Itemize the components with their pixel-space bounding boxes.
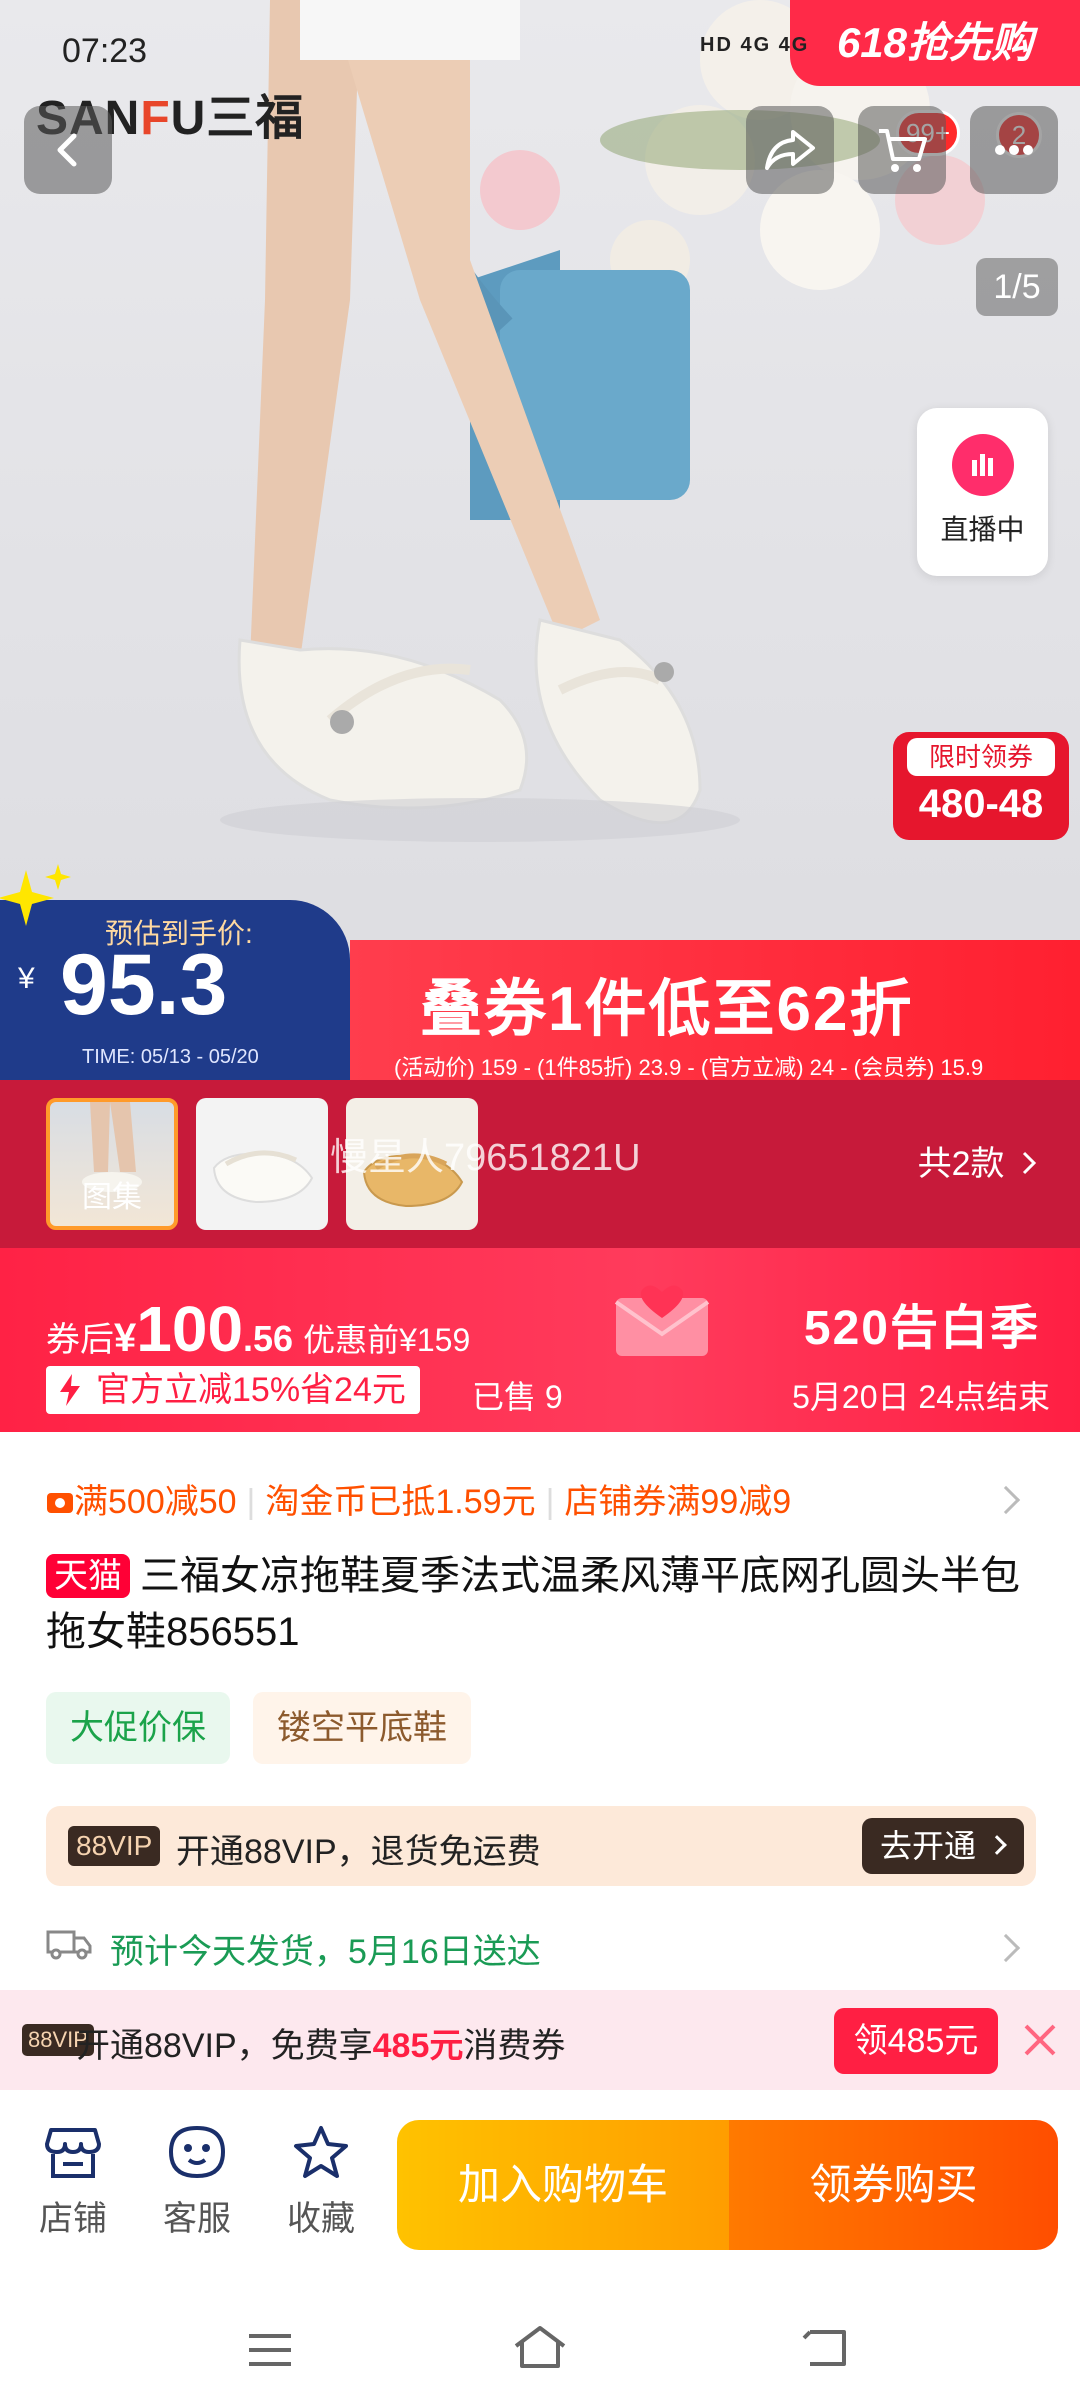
envelope-heart-icon — [614, 1285, 710, 1356]
home-icon[interactable] — [510, 2322, 570, 2372]
cart-icon — [879, 129, 927, 172]
tmall-badge: 天猫 — [46, 1554, 130, 1598]
gallery-pager: 1/5 — [976, 258, 1058, 316]
chevron-right-icon — [1022, 1151, 1037, 1175]
product-title: 天猫 三福女凉拖鞋夏季法式温柔风薄平底网孔圆头半包拖女鞋856551 — [46, 1548, 1036, 1660]
service-label: 客服 — [163, 2200, 231, 2238]
user-watermark: 慢星人79651821U — [330, 1137, 641, 1179]
buy-with-coupon-button[interactable]: 领券购买 — [729, 2120, 1058, 2250]
stack-coupon-banner: 叠券1件低至62折 (活动价) 159 - (1件85折) 23.9 - (官方… — [350, 940, 1080, 1080]
status-time: 07:23 — [62, 32, 148, 70]
share-icon — [765, 130, 815, 170]
product-title-text: 三福女凉拖鞋夏季法式温柔风薄平底网孔圆头半包拖女鞋856551 — [46, 1554, 1020, 1654]
shipping-text: 预计今天发货，5月16日送达 — [110, 1933, 541, 1971]
share-button[interactable] — [746, 106, 834, 194]
after-coupon-price: 券后¥100.56 优惠前¥159 — [46, 1293, 471, 1365]
close-icon[interactable] — [1022, 2022, 1058, 2058]
stack-breakdown: (活动价) 159 - (1件85折) 23.9 - (官方立减) 24 - (… — [394, 1055, 984, 1080]
favorite-button[interactable]: 收藏 — [276, 2124, 366, 2240]
shop-icon — [45, 2128, 101, 2178]
vip-strip-text: 开通88VIP，免费享485元消费券 — [76, 2027, 566, 2065]
coupon-taojinbi: 淘金币已抵1.59元 — [265, 1483, 536, 1521]
network-icons: HD 4G 4G — [700, 34, 810, 56]
more-dots-icon — [995, 145, 1033, 155]
coupon-store: 店铺券满99减9 — [564, 1483, 792, 1521]
shop-button[interactable]: 店铺 — [28, 2124, 118, 2240]
estimate-currency: ¥ — [18, 962, 35, 995]
add-to-cart-button[interactable]: 加入购物车 — [397, 2120, 729, 2250]
limited-coupon-title: 限时领券 — [907, 738, 1055, 776]
menu-icon[interactable] — [245, 2330, 295, 2370]
limited-coupon-button[interactable]: 限时领券 480-48 — [893, 732, 1069, 840]
shop-label: 店铺 — [39, 2200, 107, 2238]
estimated-price-panel: 预估到手价: ¥ 95.3 TIME: 05/13 - 05/20 — [0, 864, 350, 1080]
sparkle-icon — [0, 864, 71, 926]
vip-badge: 88VIP — [68, 1826, 161, 1866]
thumbnail-gallery-label: 图集 — [82, 1181, 142, 1214]
official-discount-tag: 官方立减15%省24元 — [46, 1366, 420, 1414]
favorite-label: 收藏 — [287, 2200, 355, 2238]
coupon-price-bar: 券后¥100.56 优惠前¥159 官方立减15%省24元 已售 9 520告白季… — [0, 1248, 1080, 1432]
status-bar: 07:23 HD 4G 4G — [0, 0, 1080, 80]
back-button[interactable] — [24, 106, 112, 194]
coupon-row[interactable]: 满500减50 | 淘金币已抵1.59元 | 店铺券满99减9 — [46, 1474, 1036, 1523]
vip-coupon-strip: 88VIP 开通88VIP，免费享485元消费券 领485元 — [0, 1990, 1080, 2090]
more-button[interactable] — [970, 106, 1058, 194]
back-arrow-icon — [57, 133, 77, 167]
chevron-right-icon — [987, 1835, 1007, 1855]
stack-title: 叠券1件低至62折 — [420, 975, 914, 1044]
before-discount-price: 优惠前¥159 — [303, 1322, 471, 1358]
truck-icon — [46, 1930, 92, 1960]
bottom-action-bar: 店铺 客服 收藏 加入购物车 领券购买 — [0, 2090, 1080, 2290]
vip-return-row[interactable]: 88VIP 开通88VIP，退货免运费 去开通 — [46, 1806, 1036, 1886]
vip-open-button[interactable]: 去开通 — [861, 1818, 1024, 1874]
estimate-time: TIME: 05/13 - 05/20 — [82, 1046, 259, 1068]
sold-count: 已售 9 — [472, 1379, 563, 1415]
star-icon — [294, 2126, 348, 2178]
tag-price-protection[interactable]: 大促价保 — [46, 1692, 230, 1764]
live-label: 直播中 — [940, 514, 1025, 545]
thumbnail-white[interactable] — [196, 1098, 328, 1230]
thumbnail-gallery[interactable]: 图集 — [46, 1098, 178, 1230]
season-title: 520告白季 — [803, 1302, 1040, 1355]
live-icon — [951, 434, 1014, 496]
service-button[interactable]: 客服 — [152, 2124, 242, 2240]
cart-button[interactable] — [858, 106, 946, 194]
white-shoe-image — [212, 1150, 314, 1204]
estimate-price: 95.3 — [60, 937, 228, 1033]
back-nav-icon[interactable] — [800, 2324, 850, 2370]
limited-coupon-value: 480-48 — [918, 782, 1044, 826]
season-end: 5月20日 24点结束 — [792, 1379, 1050, 1415]
claim-coupon-button[interactable]: 领485元 — [834, 2008, 998, 2074]
tag-hollow-flat[interactable]: 镂空平底鞋 — [253, 1692, 471, 1764]
coupon-icon — [47, 1493, 73, 1513]
vip-text: 开通88VIP，退货免运费 — [176, 1833, 541, 1871]
variants-link[interactable]: 共2款 — [918, 1136, 1040, 1185]
customer-service-icon — [168, 2125, 226, 2179]
variant-thumbnails: 图集 慢星人79651821U 共2款 — [0, 1080, 1080, 1248]
chevron-right-icon — [991, 1933, 1021, 1963]
lightning-icon — [60, 1374, 80, 1406]
coupon-full-reduction: 满500减50 — [74, 1483, 237, 1521]
system-nav-bar — [0, 2290, 1080, 2400]
live-stream-button[interactable]: 直播中 — [917, 408, 1048, 576]
